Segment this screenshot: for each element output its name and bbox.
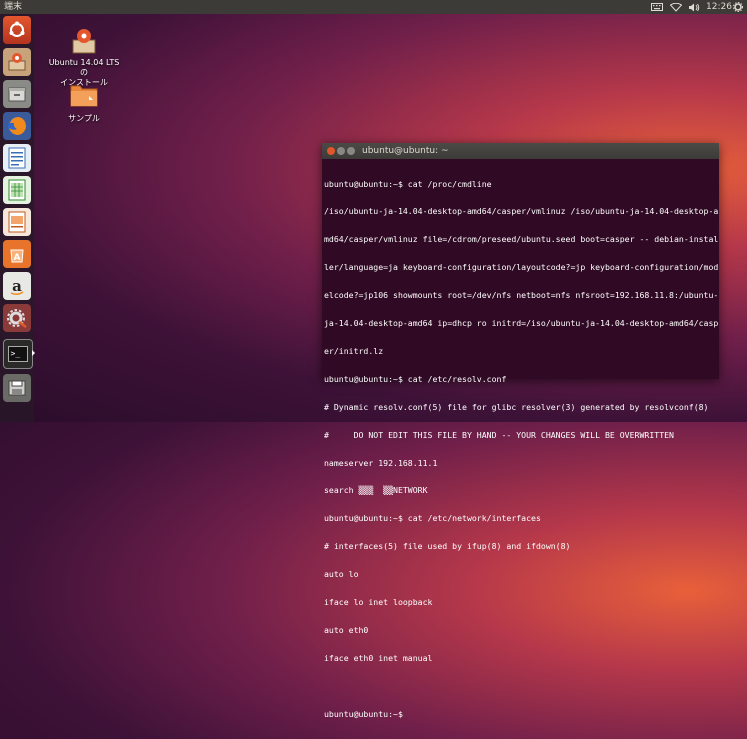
terminal-line: md64/casper/vmlinuz file=/cdrom/preseed/… xyxy=(324,234,719,245)
terminal-line: ubuntu@ubuntu:~$ cat /etc/resolv.conf xyxy=(324,373,507,384)
terminal-line: search ▒▒▒ ▒▒NETWORK xyxy=(324,485,428,496)
calc-icon[interactable] xyxy=(3,176,31,204)
terminal-prompt: ubuntu@ubuntu:~$ xyxy=(324,708,408,719)
firefox-icon[interactable] xyxy=(3,112,31,140)
software-center-icon[interactable]: A xyxy=(3,240,31,268)
installer-icon xyxy=(69,26,99,56)
desktop-installer-shortcut[interactable]: Ubuntu 14.04 LTS の インストール xyxy=(44,26,124,88)
terminal-title: ubuntu@ubuntu: ~ xyxy=(362,146,449,156)
terminal-line: iface eth0 inet manual xyxy=(324,652,433,663)
wifi-icon[interactable] xyxy=(670,0,682,14)
terminal-line: auto eth0 xyxy=(324,624,369,635)
active-app-title: 端末 xyxy=(4,2,23,12)
terminal-line: er/initrd.lz xyxy=(324,345,384,356)
terminal-line: ubuntu@ubuntu:~$ cat /proc/cmdline xyxy=(324,178,492,189)
minimize-button[interactable] xyxy=(337,147,345,155)
files-icon[interactable] xyxy=(3,80,31,108)
maximize-button[interactable] xyxy=(347,147,355,155)
writer-icon[interactable] xyxy=(3,144,31,172)
terminal-line: /iso/ubuntu-ja-14.04-desktop-amd64/caspe… xyxy=(324,206,719,217)
terminal-line: elcode?=jp106 showmounts root=/dev/nfs n… xyxy=(324,290,719,301)
terminal-line: ubuntu@ubuntu:~$ cat /etc/network/interf… xyxy=(324,513,541,524)
terminal-window[interactable]: ubuntu@ubuntu: ~ ubuntu@ubuntu:~$ cat /p… xyxy=(322,143,719,718)
top-panel: 端末 12:26 xyxy=(0,0,747,14)
impress-icon[interactable] xyxy=(3,208,31,236)
terminal-line: ler/language=ja keyboard-configuration/l… xyxy=(324,262,719,273)
desktop-sample-folder[interactable]: サンプル xyxy=(44,82,124,124)
keyboard-icon[interactable] xyxy=(651,0,663,14)
desktop-installer-label-1: Ubuntu 14.04 LTS の xyxy=(48,58,120,77)
drive-icon[interactable] xyxy=(3,374,31,402)
desktop-sample-label: サンプル xyxy=(68,114,100,123)
terminal-line: iface lo inet loopback xyxy=(324,596,433,607)
volume-icon[interactable] xyxy=(688,0,700,14)
active-app-indicator xyxy=(32,350,35,356)
svg-text:>_: >_ xyxy=(11,349,21,358)
amazon-icon[interactable]: a xyxy=(3,272,31,300)
system-settings-icon[interactable] xyxy=(3,304,31,332)
terminal-line: # interfaces(5) file used by ifup(8) and… xyxy=(324,541,571,552)
installer-icon[interactable] xyxy=(3,48,31,76)
terminal-icon[interactable]: >_ xyxy=(3,339,33,369)
terminal-line: auto lo xyxy=(324,569,359,580)
clock[interactable]: 12:26 xyxy=(706,0,732,14)
svg-text:A: A xyxy=(14,253,21,263)
launcher: A a >_ xyxy=(0,14,35,422)
terminal-line: nameserver 192.168.11.1 xyxy=(324,457,438,468)
gear-icon[interactable] xyxy=(733,0,743,14)
svg-text:a: a xyxy=(12,277,22,295)
terminal-line: # DO NOT EDIT THIS FILE BY HAND -- YOUR … xyxy=(324,429,674,440)
terminal-line: ja-14.04-desktop-amd64 ip=dhcp ro initrd… xyxy=(324,318,719,329)
terminal-titlebar[interactable]: ubuntu@ubuntu: ~ xyxy=(322,143,719,159)
ubuntu-dash-icon[interactable] xyxy=(3,16,31,44)
close-button[interactable] xyxy=(327,147,335,155)
terminal-output[interactable]: ubuntu@ubuntu:~$ cat /proc/cmdline /iso/… xyxy=(322,159,719,739)
terminal-line: # Dynamic resolv.conf(5) file for glibc … xyxy=(324,401,709,412)
folder-icon xyxy=(69,82,99,112)
